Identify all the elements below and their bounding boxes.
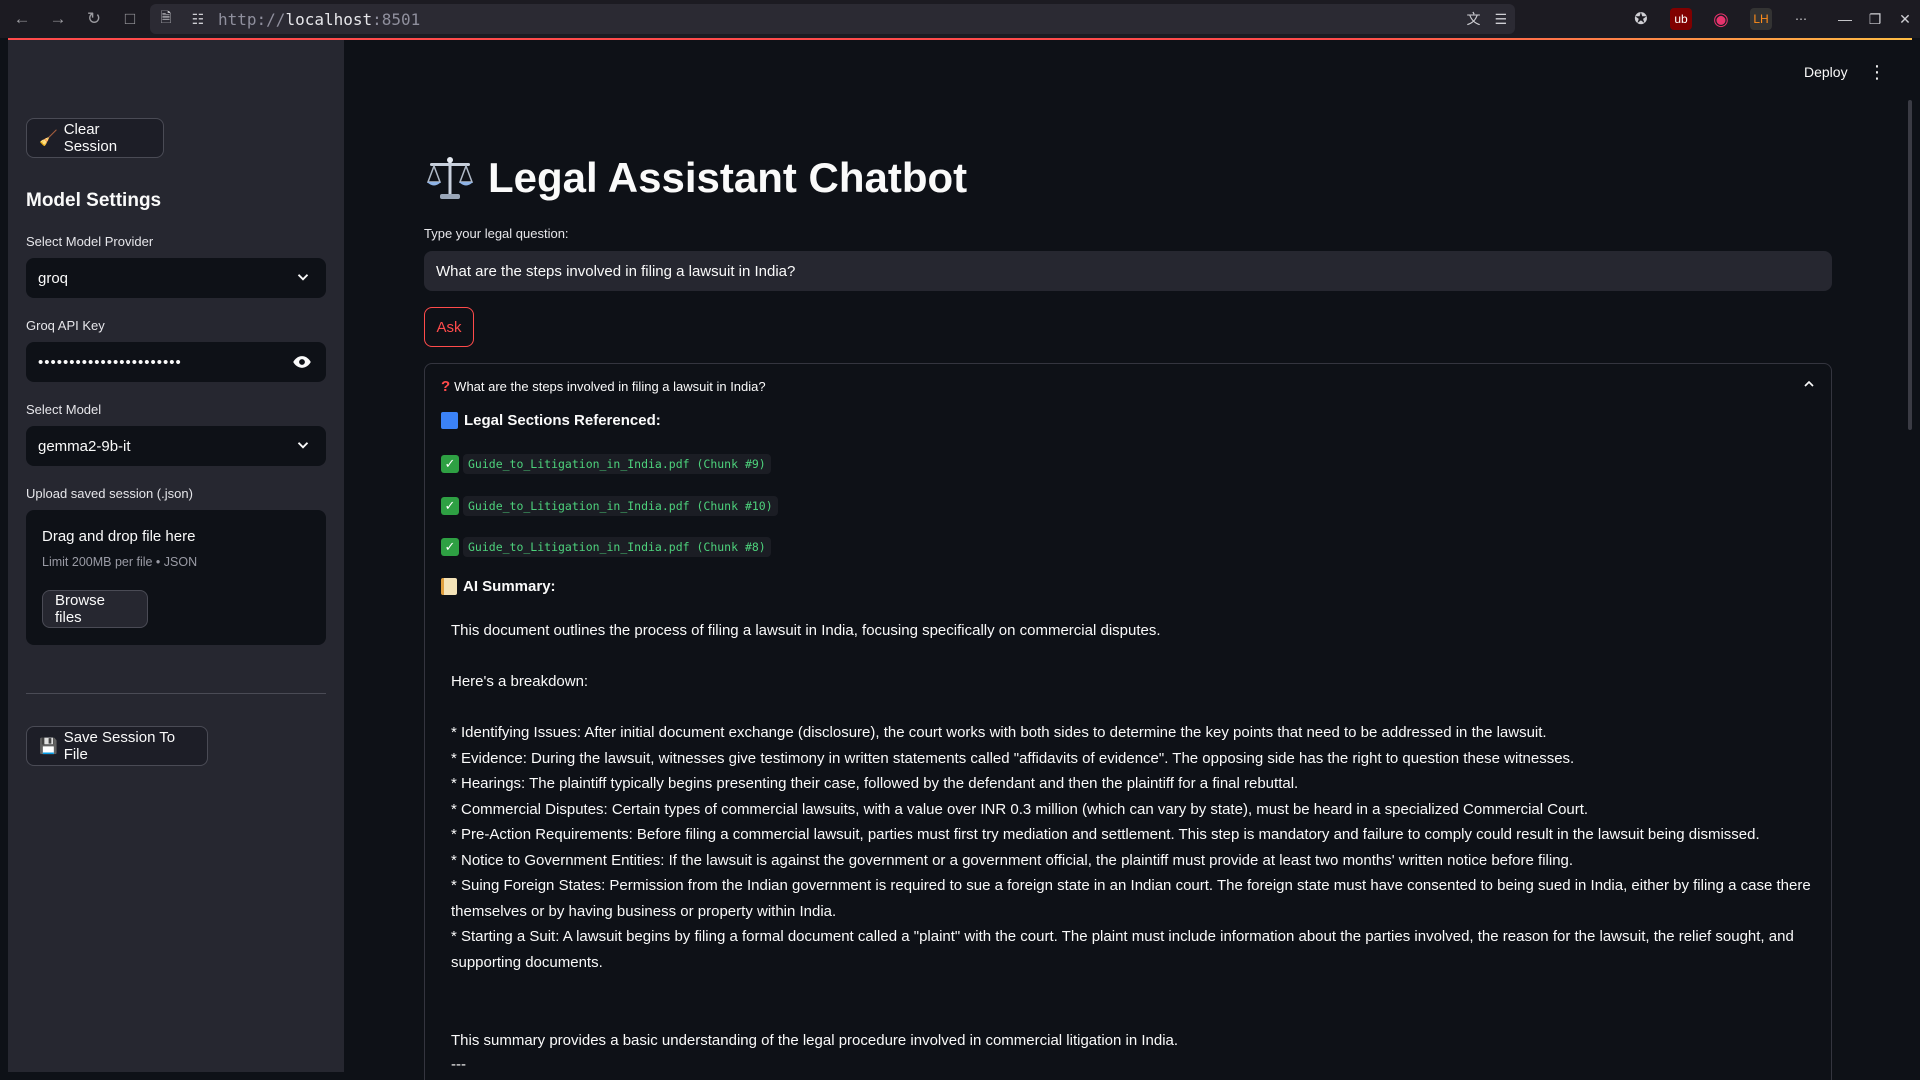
summary-point: * Identifying Issues: After initial docu… <box>451 724 1547 741</box>
ask-button[interactable]: Ask <box>424 307 474 347</box>
clear-session-button[interactable]: 🧹 Clear Session <box>26 118 164 158</box>
expander-header[interactable]: ? What are the steps involved in filing … <box>441 378 766 395</box>
chunk-reference: ✓ Guide_to_Litigation_in_India.pdf (Chun… <box>441 454 771 474</box>
extension-lm-icon[interactable]: LH <box>1750 8 1772 30</box>
restore-icon[interactable]: ❐ <box>1860 11 1890 28</box>
chevron-down-icon <box>297 274 309 281</box>
question-mark-icon: ? <box>441 378 451 395</box>
legal-sections-heading: Legal Sections Referenced: <box>441 412 661 429</box>
chevron-down-icon <box>297 442 309 449</box>
ublock-icon[interactable]: ub <box>1670 8 1692 30</box>
scrollbar[interactable] <box>1908 100 1912 430</box>
check-icon: ✓ <box>441 538 459 556</box>
broom-icon: 🧹 <box>39 130 58 147</box>
back-icon[interactable]: ← <box>4 0 40 38</box>
model-label: Select Model <box>26 402 102 417</box>
forward-icon[interactable]: → <box>40 0 76 38</box>
summary-point: * Commercial Disputes: Certain types of … <box>451 800 1589 818</box>
url-text[interactable]: http://localhost:8501 <box>218 10 420 29</box>
chunk-reference: ✓ Guide_to_Litigation_in_India.pdf (Chun… <box>441 496 778 516</box>
check-icon: ✓ <box>441 455 459 473</box>
summary-point: * Evidence: During the lawsuit, witnesse… <box>451 749 1575 767</box>
chunk-reference: ✓ Guide_to_Litigation_in_India.pdf (Chun… <box>441 537 771 557</box>
translate-icon[interactable]: 文 <box>1466 9 1480 29</box>
sidebar-divider <box>26 693 326 694</box>
main-menu-icon[interactable]: ⋮ <box>1868 62 1886 83</box>
bookmark-icon[interactable]: □ <box>112 0 148 38</box>
main-content: Deploy ⋮ Legal Assistant Chatbot Type yo… <box>344 40 1920 1080</box>
file-dropzone[interactable]: Drag and drop file here Limit 200MB per … <box>26 510 326 645</box>
summary-point: * Pre-Action Requirements: Before filing… <box>451 826 1760 843</box>
memo-icon <box>441 578 457 595</box>
save-session-button[interactable]: 💾 Save Session To File <box>26 726 208 766</box>
page-title: Legal Assistant Chatbot <box>424 152 967 204</box>
chevron-up-icon[interactable] <box>1801 376 1817 392</box>
minimize-icon[interactable]: — <box>1830 11 1860 27</box>
check-icon: ✓ <box>441 497 459 515</box>
floppy-disk-icon: 💾 <box>39 738 58 755</box>
model-settings-heading: Model Settings <box>26 190 162 211</box>
deploy-button[interactable]: Deploy <box>1804 64 1848 80</box>
reader-icon[interactable]: ☰ <box>1494 11 1507 28</box>
answer-expander: ? What are the steps involved in filing … <box>424 363 1832 1080</box>
more-menu-icon[interactable]: ⋯ <box>1790 8 1812 30</box>
provider-label: Select Model Provider <box>26 234 154 249</box>
site-info-icon[interactable]: ☷ <box>182 4 214 34</box>
provider-select[interactable]: groq <box>26 258 326 298</box>
address-bar[interactable]: 🗎 ☷ http://localhost:8501 文 ☰ <box>150 4 1515 34</box>
scales-icon <box>426 157 474 199</box>
question-label: Type your legal question: <box>424 226 569 241</box>
summary-intro: This document outlines the process of fi… <box>451 622 1161 639</box>
record-icon[interactable]: ◉ <box>1710 8 1732 30</box>
summary-rule: --- <box>451 1056 466 1073</box>
page-icon: 🗎 <box>160 9 172 25</box>
summary-point: * Starting a Suit: A lawsuit begins by f… <box>451 928 1794 971</box>
question-input[interactable]: What are the steps involved in filing a … <box>424 251 1832 291</box>
book-icon <box>441 412 458 429</box>
upload-label: Upload saved session (.json) <box>26 486 193 501</box>
extensions-icon[interactable]: ✪ <box>1630 8 1652 30</box>
sidebar: 🧹 Clear Session Model Settings Select Mo… <box>8 40 344 1072</box>
close-window-icon[interactable]: ✕ <box>1890 11 1920 28</box>
browser-toolbar: ← → ↻ □ 🗎 ☷ http://localhost:8501 文 ☰ ✪ … <box>0 0 1920 38</box>
api-key-input[interactable]: ••••••••••••••••••••••• <box>26 342 326 382</box>
summary-point: * Notice to Government Entities: If the … <box>451 851 1574 869</box>
ai-summary-heading: AI Summary: <box>441 578 556 595</box>
browse-files-button[interactable]: Browse files <box>42 590 148 628</box>
model-select[interactable]: gemma2-9b-it <box>26 426 326 466</box>
dropzone-limit: Limit 200MB per file • JSON <box>42 555 198 569</box>
summary-point: * Hearings: The plaintiff typically begi… <box>451 775 1299 792</box>
eye-icon[interactable] <box>292 352 312 372</box>
dropzone-title: Drag and drop file here <box>42 528 196 545</box>
reload-icon[interactable]: ↻ <box>76 0 112 38</box>
summary-point: * Suing Foreign States: Permission from … <box>451 877 1811 920</box>
api-key-label: Groq API Key <box>26 318 105 333</box>
summary-breakdown: Here's a breakdown: <box>451 673 589 690</box>
summary-points: * Identifying Issues: After initial docu… <box>451 720 1821 975</box>
summary-closing: This summary provides a basic understand… <box>451 1032 1179 1049</box>
